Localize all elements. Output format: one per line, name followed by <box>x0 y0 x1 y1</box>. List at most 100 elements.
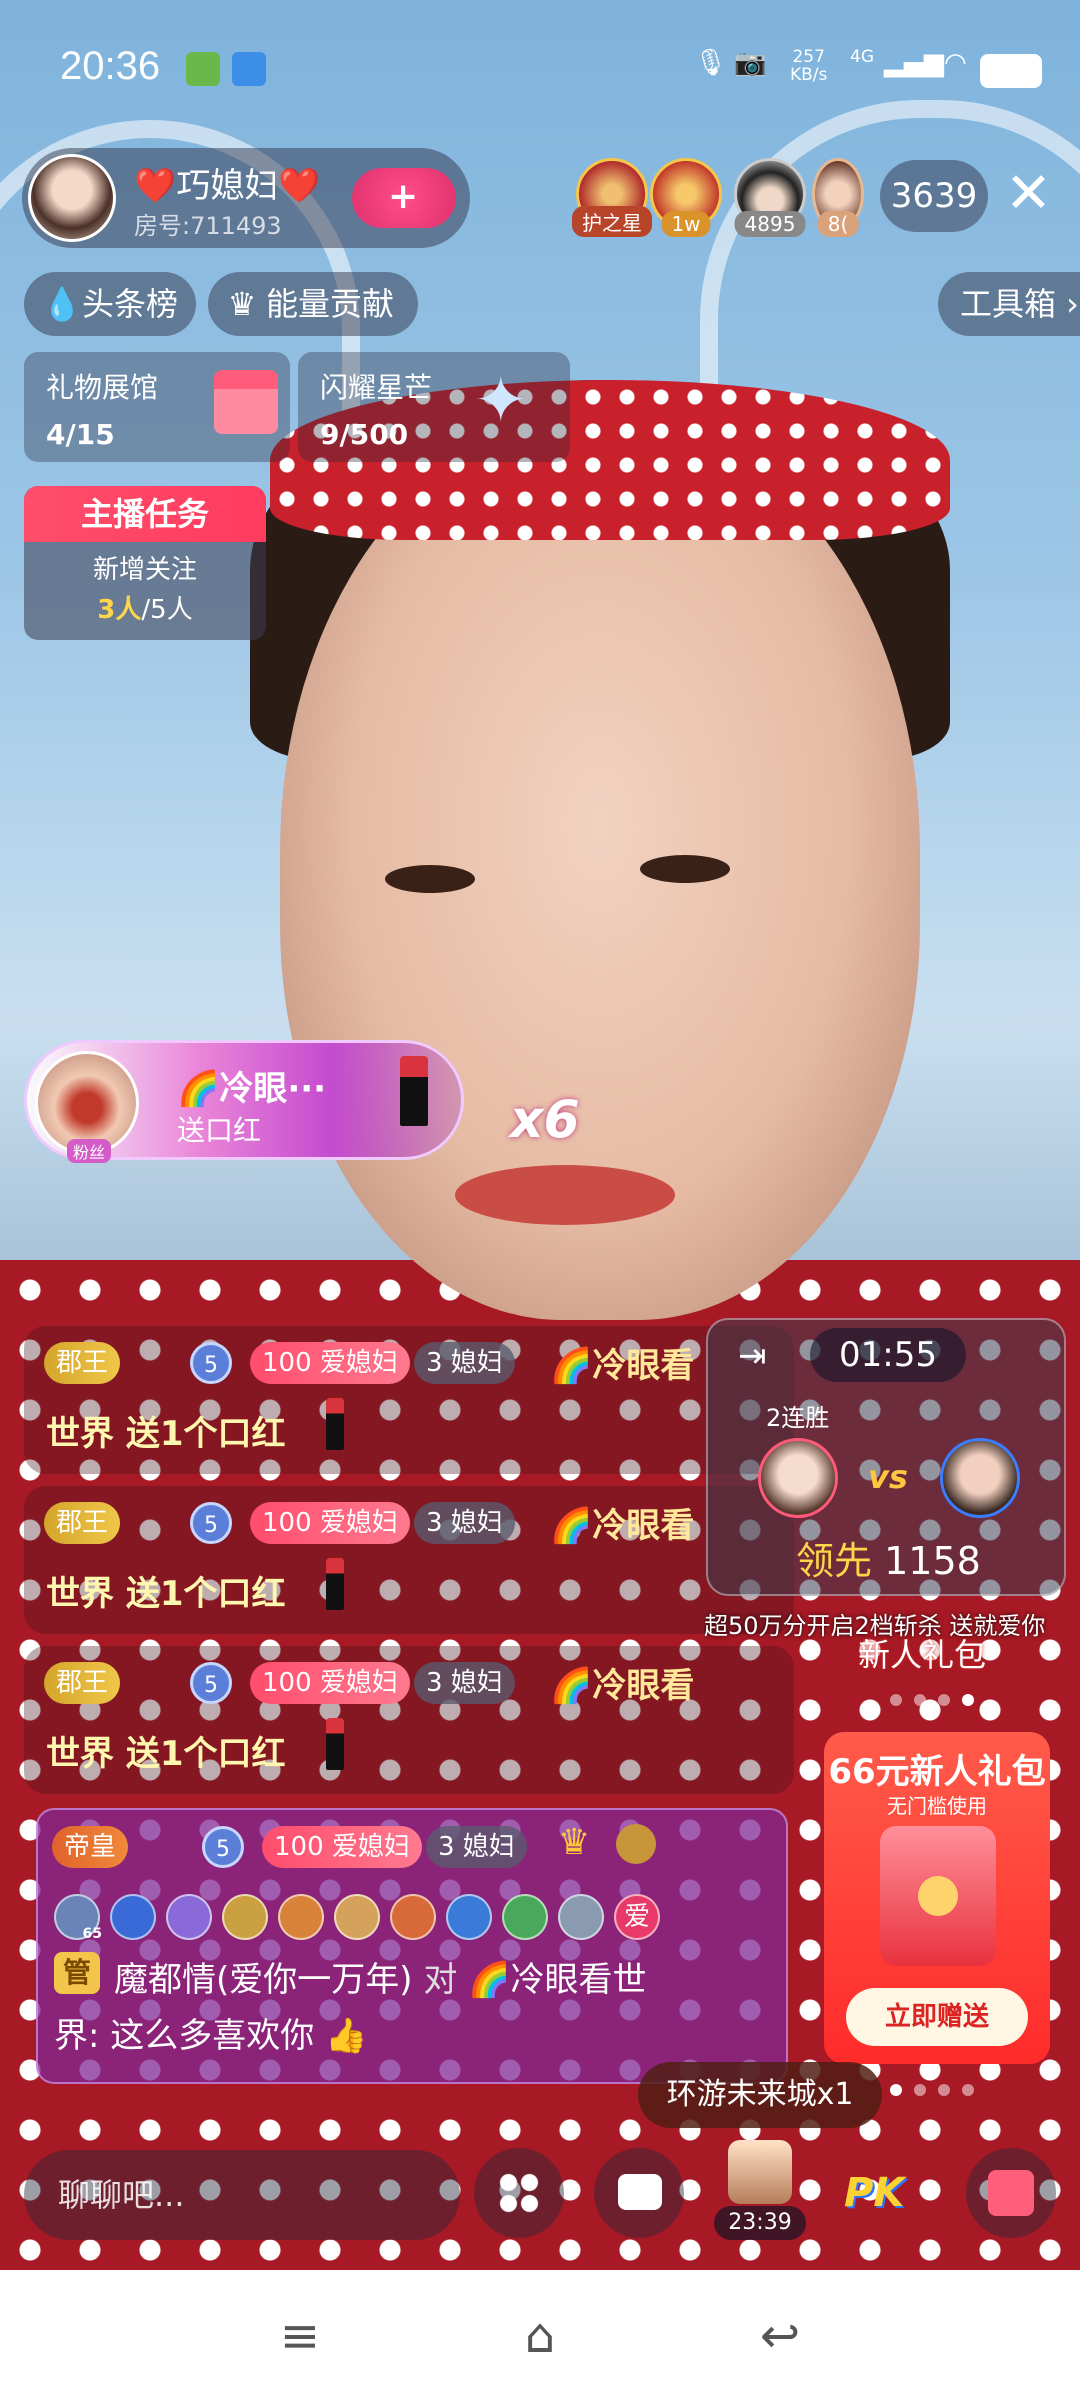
newbie-gift-tag[interactable]: 新人礼包 <box>858 1630 986 1676</box>
menu-icon[interactable]: ≡ <box>270 2306 330 2366</box>
chat-username[interactable]: 🌈冷眼看 <box>550 1658 694 1707</box>
gift-sender-name: 🌈冷眼··· <box>177 1069 327 1109</box>
badge-level: 5 <box>190 1662 232 1704</box>
exit-icon[interactable]: ⇥ <box>738 1336 767 1376</box>
drop-icon: 💧 <box>42 285 82 323</box>
gift-button[interactable] <box>966 2148 1056 2238</box>
gift-multiplier: x6 <box>510 1090 580 1150</box>
chat-username[interactable]: 🌈冷眼看 <box>550 1498 694 1547</box>
badge-king: 郡王 <box>44 1342 121 1384</box>
promo-subtitle: 无门槛使用 <box>887 1794 987 1818</box>
hexagon-icon <box>334 1894 380 1940</box>
send-now-button[interactable]: 立即赠送 <box>846 1988 1028 2046</box>
pk-lead-label: 领先 <box>796 1539 873 1583</box>
pk-opponent-avatar[interactable] <box>940 1438 1020 1518</box>
follow-button[interactable]: + <box>352 168 456 228</box>
toolbox-button[interactable]: 工具箱 › <box>938 272 1080 336</box>
pk-self-avatar[interactable] <box>758 1438 838 1518</box>
camera-icon: 📷 <box>734 48 767 78</box>
dot <box>890 1694 902 1706</box>
net-speed-value: 257 <box>792 47 825 67</box>
status-bar: 20:36 🎙 📷 257 KB/s 4G ▂▄▆ ◠ <box>0 0 1080 140</box>
energy-contribution-button[interactable]: ♛ 能量贡献 <box>208 272 418 336</box>
chat-message-highlight[interactable]: 帝皇 5 100 爱媳妇 3 媳妇 ♛ 65 爱 管 魔都情(爱你一万年) 对 … <box>36 1808 788 2084</box>
anchor-name: ❤️巧媳妇❤️ <box>134 166 321 206</box>
viewer-count[interactable]: 3639 <box>880 160 988 232</box>
chat-message[interactable]: 郡王 5 100 爱媳妇 3 媳妇 🌈冷眼看 世界 送1个口红 <box>24 1486 794 1634</box>
viewer-avatar[interactable]: 8( <box>812 158 864 237</box>
anchor-info[interactable]: ❤️巧媳妇❤️ 房号:711493 + <box>22 148 470 248</box>
network-speed: 257 KB/s <box>790 48 827 84</box>
gift-banner: 粉丝 🌈冷眼··· 送口红 <box>24 1040 464 1163</box>
promo-title: 66元新人礼包 <box>828 1752 1046 1792</box>
chat-text: 世界 送1个口红 <box>46 1574 286 1614</box>
pk-button[interactable]: PK <box>830 2148 920 2238</box>
heart-shield-icon <box>446 1894 492 1940</box>
viewer-tag: 1w <box>661 211 711 237</box>
task-total: /5人 <box>141 595 193 625</box>
task-done: 3人 <box>97 595 142 625</box>
chat-username[interactable]: 🌈冷眼看 <box>550 1338 694 1387</box>
medal-icon <box>222 1894 268 1940</box>
task-title: 主播任务 <box>24 486 266 542</box>
pk-panel[interactable]: ⇥ 01:55 2连胜 vs 领先 1158 <box>706 1318 1066 1596</box>
home-icon[interactable]: ⌂ <box>510 2306 570 2366</box>
trip-tooltip: 环游未来城x1 <box>638 2062 882 2128</box>
pk-streak: 2连胜 <box>766 1404 830 1432</box>
dot <box>938 2084 950 2096</box>
close-icon[interactable]: ✕ <box>1005 164 1052 224</box>
chat-bubble-icon <box>618 2174 662 2210</box>
anchor-avatar[interactable] <box>28 154 116 242</box>
red-envelope-icon <box>880 1826 996 1966</box>
chat-text: 世界 送1个口红 <box>46 1734 286 1774</box>
manager-badge: 管 <box>54 1952 100 1994</box>
chat-sender[interactable]: 魔都情(爱你一万年) <box>114 1960 413 2000</box>
viewer-tag: 4895 <box>734 211 806 237</box>
gift-action: 送口红 <box>177 1114 262 1147</box>
system-nav-bar: ≡ ⌂ ↩ <box>0 2270 1080 2400</box>
badge-level: 5 <box>190 1342 232 1384</box>
chat-to: 对 <box>423 1960 458 2000</box>
room-number: 房号:711493 <box>134 212 282 240</box>
trip-button[interactable]: 23:39 <box>714 2140 806 2244</box>
dot <box>962 2084 974 2096</box>
gift-hall-card[interactable]: 礼物展馆 4/15 <box>24 352 290 462</box>
chat-target[interactable]: 🌈冷眼看世 <box>468 1960 646 2000</box>
badge-love: 100 爱媳妇 <box>250 1342 410 1384</box>
chat-message[interactable]: 郡王 5 100 爱媳妇 3 媳妇 🌈冷眼看 世界 送1个口红 <box>24 1646 794 1794</box>
shine-star-card[interactable]: 闪耀星芒 9/500 ✦ <box>298 352 570 462</box>
pk-vs: vs <box>868 1458 908 1496</box>
crown-icon: ♛ <box>558 1822 591 1863</box>
badge-emperor: 帝皇 <box>52 1826 129 1868</box>
badge-king: 郡王 <box>44 1662 121 1704</box>
chat-message[interactable]: 郡王 5 100 爱媳妇 3 媳妇 🌈冷眼看 世界 送1个口红 <box>24 1326 794 1474</box>
anchor-task-card[interactable]: 主播任务 新增关注 3人/5人 <box>24 486 266 640</box>
signal-icon: ▂▄▆ <box>884 48 944 78</box>
viewer-avatar[interactable]: 1w <box>650 158 722 237</box>
trip-countdown: 23:39 <box>714 2206 806 2240</box>
chat-input[interactable]: 聊聊吧... <box>24 2150 460 2240</box>
network-type: 4G <box>850 47 874 67</box>
badge-king: 郡王 <box>44 1502 121 1544</box>
danmaku-button[interactable] <box>594 2148 684 2238</box>
lips <box>455 1165 675 1225</box>
badge-love: 100 爱媳妇 <box>250 1502 410 1544</box>
dot-active <box>890 2084 902 2096</box>
diamond-icon <box>166 1894 212 1940</box>
clock: 20:36 <box>60 44 161 88</box>
headline-rank-button[interactable]: 💧头条榜 <box>24 272 196 336</box>
eye <box>385 865 475 893</box>
coin-icon <box>918 1876 958 1916</box>
back-icon[interactable]: ↩ <box>750 2306 810 2366</box>
viewer-avatar[interactable]: 4895 <box>734 158 806 237</box>
love-icon: 爱 <box>614 1894 660 1940</box>
badge-level: 5 <box>190 1502 232 1544</box>
more-button[interactable] <box>474 2148 564 2238</box>
follow-plus-icon: + <box>388 176 419 217</box>
newbie-gift-promo[interactable]: 66元新人礼包 无门槛使用 立即赠送 <box>824 1732 1050 2064</box>
carousel-dots <box>890 2084 974 2096</box>
viewer-avatar[interactable]: 护之星 <box>572 158 652 237</box>
viewer-tag: 护之星 <box>572 206 652 237</box>
crown-icon: ♛ <box>227 285 257 323</box>
cast-notification-icon <box>232 52 266 86</box>
